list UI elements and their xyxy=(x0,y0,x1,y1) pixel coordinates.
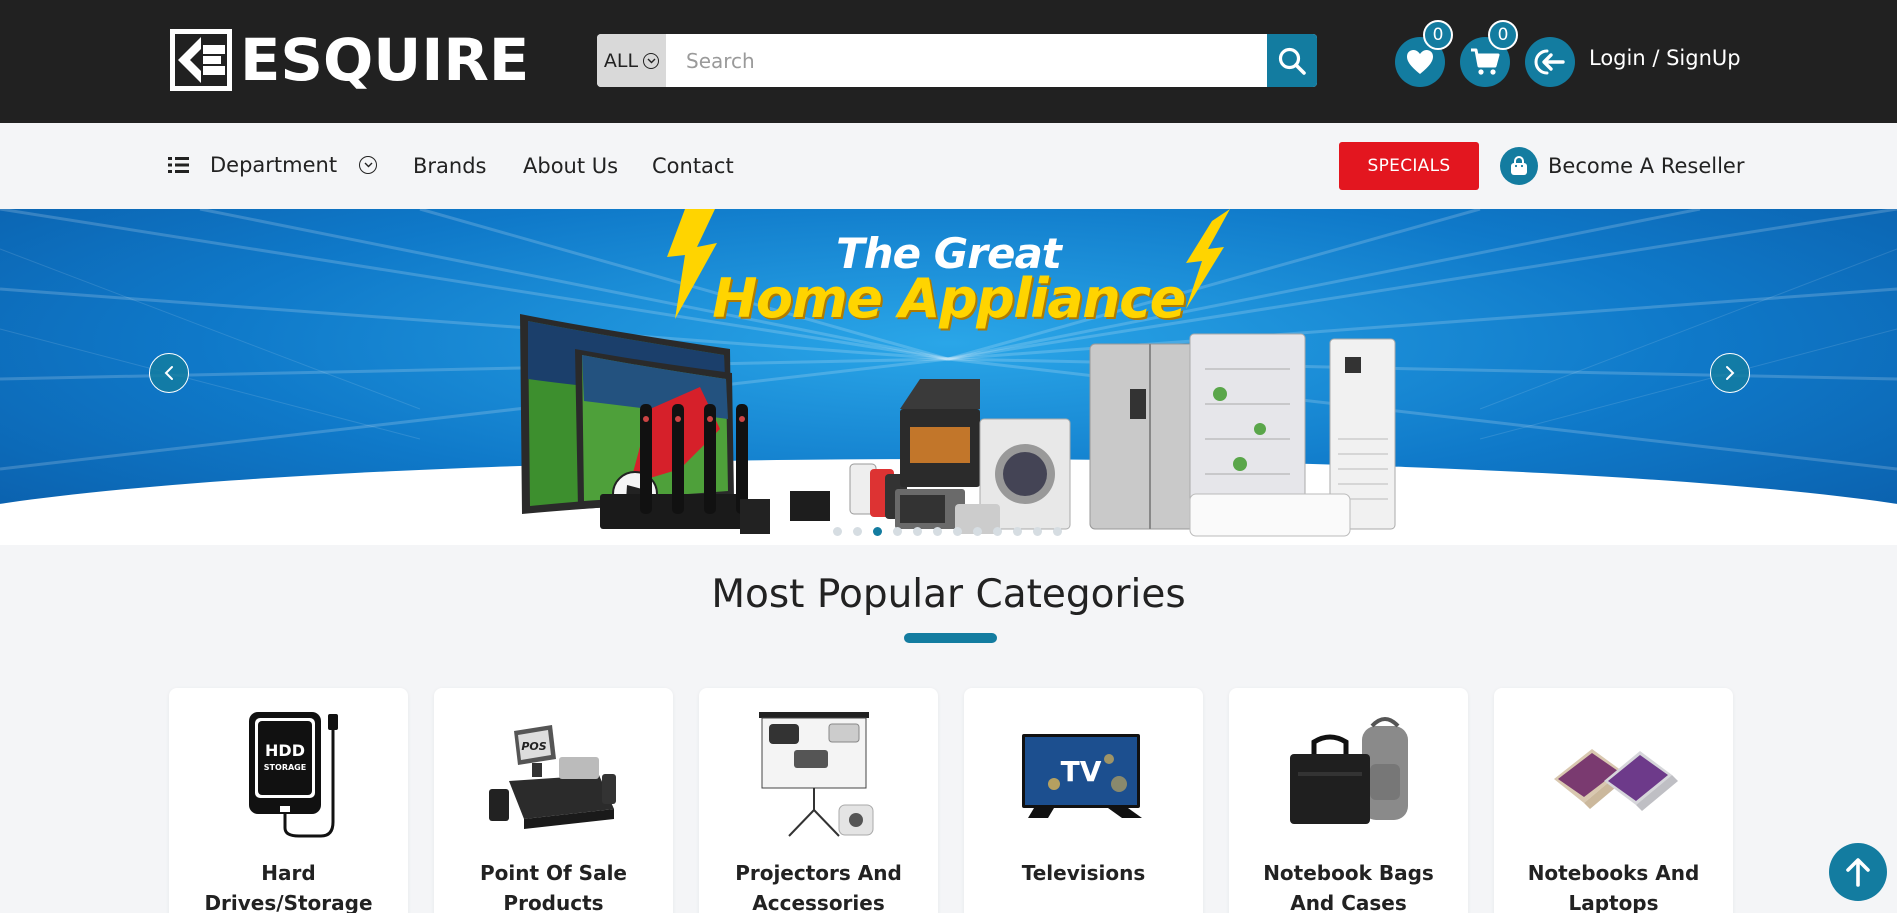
nav-link-contact[interactable]: Contact xyxy=(652,154,734,178)
carousel-dot[interactable] xyxy=(873,527,882,536)
main-nav: Department Brands About Us Contact SPECI… xyxy=(0,123,1897,209)
category-label: Hard Drives/Storage xyxy=(204,861,373,913)
carousel-prev-button[interactable] xyxy=(149,353,189,393)
department-menu[interactable]: Department xyxy=(168,153,378,177)
wishlist-count-badge: 0 xyxy=(1423,20,1453,50)
wishlist-button[interactable]: 0 xyxy=(1395,20,1453,87)
title-underline xyxy=(904,633,997,643)
category-label: Notebooks And Laptops xyxy=(1527,861,1700,913)
cart-count-badge: 0 xyxy=(1488,20,1518,50)
carousel-dot[interactable] xyxy=(893,527,902,536)
logo-text: ESQUIRE xyxy=(240,26,530,94)
logo-mark-icon xyxy=(170,29,232,91)
chevron-right-icon xyxy=(1726,366,1735,380)
carousel-dot[interactable] xyxy=(833,527,842,536)
become-reseller-link[interactable]: Become A Reseller xyxy=(1548,154,1744,178)
search-category-select[interactable]: ALL xyxy=(597,34,666,87)
category-card[interactable]: TV Televisions xyxy=(964,688,1203,913)
category-card[interactable]: HDD STORAGE Hard Drives/Storage xyxy=(169,688,408,913)
cart-icon xyxy=(1471,48,1500,75)
projector-icon xyxy=(739,710,898,838)
cart-button[interactable]: 0 xyxy=(1460,20,1518,87)
carousel-dot[interactable] xyxy=(913,527,922,536)
category-label: Notebook Bags And Cases xyxy=(1263,861,1434,913)
login-icon-button[interactable] xyxy=(1525,37,1575,87)
svg-text:TV: TV xyxy=(1060,755,1101,788)
chevron-down-icon xyxy=(359,156,378,174)
carousel-next-button[interactable] xyxy=(1710,353,1750,393)
category-label: Televisions xyxy=(1021,861,1146,885)
tv-icon: TV xyxy=(1004,710,1163,838)
svg-text:HDD: HDD xyxy=(265,741,305,760)
carousel-dots xyxy=(833,527,1062,536)
hero-carousel[interactable]: The Great Home Appliance xyxy=(0,209,1897,545)
carousel-dot[interactable] xyxy=(993,527,1002,536)
login-signup-link[interactable]: Login / SignUp xyxy=(1589,46,1741,70)
specials-button[interactable]: SPECIALS xyxy=(1339,142,1479,190)
category-card[interactable]: Projectors And Accessories xyxy=(699,688,938,913)
category-card[interactable]: Notebook Bags And Cases xyxy=(1229,688,1468,913)
category-card[interactable]: Notebooks And Laptops xyxy=(1494,688,1733,913)
category-label: Projectors And Accessories xyxy=(735,861,902,913)
carousel-dot[interactable] xyxy=(1053,527,1062,536)
search-bar: ALL xyxy=(597,34,1317,87)
search-category-label: ALL xyxy=(603,49,639,72)
top-header: ESQUIRE ALL 0 0 Login / SignUp xyxy=(0,0,1897,123)
appliance-collage-image xyxy=(520,314,1396,537)
pos-terminal-icon: POS xyxy=(474,710,633,838)
nav-link-brands[interactable]: Brands xyxy=(413,154,487,178)
carousel-dot[interactable] xyxy=(1013,527,1022,536)
svg-text:STORAGE: STORAGE xyxy=(263,763,305,772)
nav-link-about-us[interactable]: About Us xyxy=(523,154,618,178)
search-input[interactable] xyxy=(666,34,1267,87)
site-logo[interactable]: ESQUIRE xyxy=(170,28,529,92)
hdd-icon: HDD STORAGE xyxy=(209,710,368,838)
carousel-dot[interactable] xyxy=(973,527,982,536)
laptop-bag-icon xyxy=(1269,710,1428,838)
arrow-up-icon xyxy=(1846,858,1870,887)
section-title: Most Popular Categories xyxy=(711,572,1186,617)
category-label: Point Of Sale Products xyxy=(479,861,627,913)
chevron-down-icon xyxy=(643,52,660,69)
search-button[interactable] xyxy=(1267,34,1317,87)
carousel-dot[interactable] xyxy=(853,527,862,536)
heart-icon xyxy=(1407,50,1433,74)
category-cards: HDD STORAGE Hard Drives/Storage POS Poin… xyxy=(169,688,1733,913)
carousel-dot[interactable] xyxy=(953,527,962,536)
chevron-left-icon xyxy=(164,366,173,380)
scroll-to-top-button[interactable] xyxy=(1829,843,1887,901)
search-icon xyxy=(1278,47,1306,75)
svg-text:POS: POS xyxy=(521,740,546,753)
category-card[interactable]: POS Point Of Sale Products xyxy=(434,688,673,913)
sign-in-icon xyxy=(1534,49,1565,75)
laptop-icon xyxy=(1534,710,1693,838)
carousel-dot[interactable] xyxy=(1033,527,1042,536)
carousel-dot[interactable] xyxy=(933,527,942,536)
list-icon xyxy=(168,157,189,173)
department-label: Department xyxy=(210,153,338,177)
shopping-bag-icon[interactable] xyxy=(1500,147,1538,185)
